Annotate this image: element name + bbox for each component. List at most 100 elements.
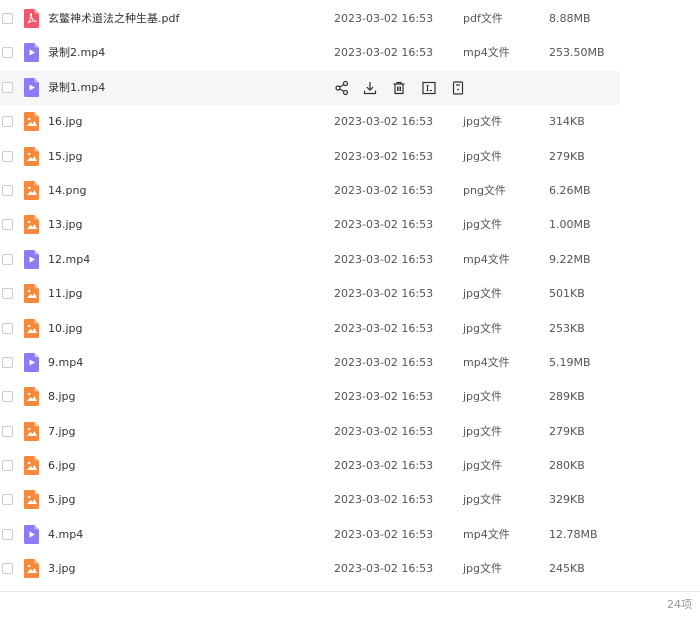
video-file-icon bbox=[24, 249, 39, 269]
image-file-icon bbox=[24, 284, 39, 304]
file-size: 329KB bbox=[549, 493, 585, 507]
file-name[interactable]: 12.mp4 bbox=[48, 243, 90, 277]
file-row[interactable]: 6.jpg 2023-03-02 16:53 jpg文件 280KB bbox=[0, 449, 620, 483]
file-size: 279KB bbox=[549, 424, 585, 438]
file-name[interactable]: 11.jpg bbox=[48, 277, 83, 311]
file-row[interactable]: 14.png 2023-03-02 16:53 png文件 6.26MB bbox=[0, 174, 620, 208]
file-size: 5.19MB bbox=[549, 355, 591, 369]
file-name[interactable]: 4.mp4 bbox=[48, 518, 83, 552]
row-checkbox[interactable] bbox=[2, 81, 13, 93]
footer-divider bbox=[0, 591, 700, 592]
row-checkbox[interactable] bbox=[2, 253, 13, 265]
share-icon[interactable] bbox=[334, 80, 350, 96]
file-row[interactable]: 12.mp4 2023-03-02 16:53 mp4文件 9.22MB bbox=[0, 243, 620, 277]
file-type: jpg文件 bbox=[463, 562, 503, 576]
file-type: jpg文件 bbox=[463, 115, 503, 129]
rename-icon[interactable] bbox=[421, 80, 437, 96]
file-row[interactable]: 8.jpg 2023-03-02 16:53 jpg文件 289KB bbox=[0, 380, 620, 414]
file-size: 253KB bbox=[549, 321, 585, 335]
file-size: 501KB bbox=[549, 287, 585, 301]
file-type: mp4文件 bbox=[463, 527, 510, 541]
file-size: 9.22MB bbox=[549, 252, 591, 266]
file-row[interactable]: 15.jpg 2023-03-02 16:53 jpg文件 279KB bbox=[0, 140, 620, 174]
file-name[interactable]: 10.jpg bbox=[48, 312, 83, 346]
download-icon[interactable] bbox=[362, 80, 378, 96]
file-date: 2023-03-02 16:53 bbox=[334, 149, 434, 163]
file-type: mp4文件 bbox=[463, 46, 510, 60]
file-name[interactable]: 13.jpg bbox=[48, 208, 83, 242]
file-type: jpg文件 bbox=[463, 390, 503, 404]
row-checkbox[interactable] bbox=[2, 460, 13, 472]
row-checkbox[interactable] bbox=[2, 563, 13, 575]
file-type: jpg文件 bbox=[463, 424, 503, 438]
file-size: 8.88MB bbox=[549, 12, 591, 25]
file-type: jpg文件 bbox=[463, 493, 503, 507]
file-date: 2023-03-02 16:53 bbox=[334, 252, 434, 266]
file-date: 2023-03-02 16:53 bbox=[334, 183, 434, 197]
file-date: 2023-03-02 16:53 bbox=[334, 287, 434, 301]
file-row[interactable]: 录制1.mp4 bbox=[0, 70, 620, 106]
row-checkbox[interactable] bbox=[2, 322, 13, 334]
row-checkbox[interactable] bbox=[2, 47, 13, 59]
file-type: jpg文件 bbox=[463, 287, 503, 301]
file-date: 2023-03-02 16:53 bbox=[334, 527, 434, 541]
file-name[interactable]: 6.jpg bbox=[48, 449, 76, 483]
file-type: mp4文件 bbox=[463, 355, 510, 369]
row-checkbox[interactable] bbox=[2, 184, 13, 196]
file-row[interactable]: 13.jpg 2023-03-02 16:53 jpg文件 1.00MB bbox=[0, 208, 620, 242]
row-checkbox[interactable] bbox=[2, 150, 13, 162]
file-size: 6.26MB bbox=[549, 183, 591, 197]
image-file-icon bbox=[24, 559, 39, 579]
file-row[interactable]: 玄鳖神术道法之种生基.pdf 2023-03-02 16:53 pdf文件 8.88M… bbox=[0, 2, 620, 36]
row-checkbox[interactable] bbox=[2, 288, 13, 300]
image-file-icon bbox=[24, 215, 39, 235]
row-checkbox[interactable] bbox=[2, 356, 13, 368]
row-checkbox[interactable] bbox=[2, 116, 13, 128]
row-checkbox[interactable] bbox=[2, 391, 13, 403]
file-date: 2023-03-02 16:53 bbox=[334, 12, 434, 25]
file-row[interactable]: 16.jpg 2023-03-02 16:53 jpg文件 314KB bbox=[0, 105, 620, 139]
row-checkbox[interactable] bbox=[2, 13, 13, 24]
file-date: 2023-03-02 16:53 bbox=[334, 115, 434, 129]
file-name[interactable]: 5.jpg bbox=[48, 483, 76, 517]
file-size: 279KB bbox=[549, 149, 585, 163]
file-type: pdf文件 bbox=[463, 12, 503, 25]
file-row[interactable]: 4.mp4 2023-03-02 16:53 mp4文件 12.78MB bbox=[0, 518, 620, 552]
row-checkbox[interactable] bbox=[2, 528, 13, 540]
image-file-icon bbox=[24, 490, 39, 510]
file-name[interactable]: 玄鳖神术道法之种生基.pdf bbox=[48, 2, 179, 36]
file-size: 280KB bbox=[549, 459, 585, 473]
more-icon[interactable] bbox=[450, 80, 466, 96]
image-file-icon bbox=[24, 421, 39, 441]
file-type: jpg文件 bbox=[463, 321, 503, 335]
file-size: 1.00MB bbox=[549, 218, 591, 232]
file-row[interactable]: 11.jpg 2023-03-02 16:53 jpg文件 501KB bbox=[0, 277, 620, 311]
file-name[interactable]: 录制2.mp4 bbox=[48, 36, 105, 70]
delete-icon[interactable] bbox=[391, 80, 407, 96]
file-row[interactable]: 10.jpg 2023-03-02 16:53 jpg文件 253KB bbox=[0, 312, 620, 346]
file-size: 12.78MB bbox=[549, 527, 598, 541]
file-list: 玄鳖神术道法之种生基.pdf 2023-03-02 16:53 pdf文件 8.88M… bbox=[0, 2, 620, 587]
file-type: jpg文件 bbox=[463, 149, 503, 163]
image-file-icon bbox=[24, 387, 39, 407]
file-row[interactable]: 5.jpg 2023-03-02 16:53 jpg文件 329KB bbox=[0, 483, 620, 517]
file-name[interactable]: 16.jpg bbox=[48, 105, 83, 139]
file-row[interactable]: 录制2.mp4 2023-03-02 16:53 mp4文件 253.50MB bbox=[0, 36, 620, 70]
row-checkbox[interactable] bbox=[2, 425, 13, 437]
row-checkbox[interactable] bbox=[2, 494, 13, 506]
file-name[interactable]: 3.jpg bbox=[48, 552, 76, 586]
video-file-icon bbox=[24, 43, 39, 63]
file-name[interactable]: 14.png bbox=[48, 174, 86, 208]
file-row[interactable]: 7.jpg 2023-03-02 16:53 jpg文件 279KB bbox=[0, 415, 620, 449]
file-row[interactable]: 9.mp4 2023-03-02 16:53 mp4文件 5.19MB bbox=[0, 346, 620, 380]
file-name[interactable]: 7.jpg bbox=[48, 415, 76, 449]
file-row[interactable]: 3.jpg 2023-03-02 16:53 jpg文件 245KB bbox=[0, 552, 620, 586]
file-name[interactable]: 15.jpg bbox=[48, 140, 83, 174]
file-type: png文件 bbox=[463, 183, 506, 197]
file-date: 2023-03-02 16:53 bbox=[334, 355, 434, 369]
image-file-icon bbox=[24, 180, 39, 200]
row-checkbox[interactable] bbox=[2, 219, 13, 231]
file-name[interactable]: 录制1.mp4 bbox=[48, 71, 105, 105]
file-name[interactable]: 9.mp4 bbox=[48, 346, 83, 380]
file-name[interactable]: 8.jpg bbox=[48, 380, 76, 414]
